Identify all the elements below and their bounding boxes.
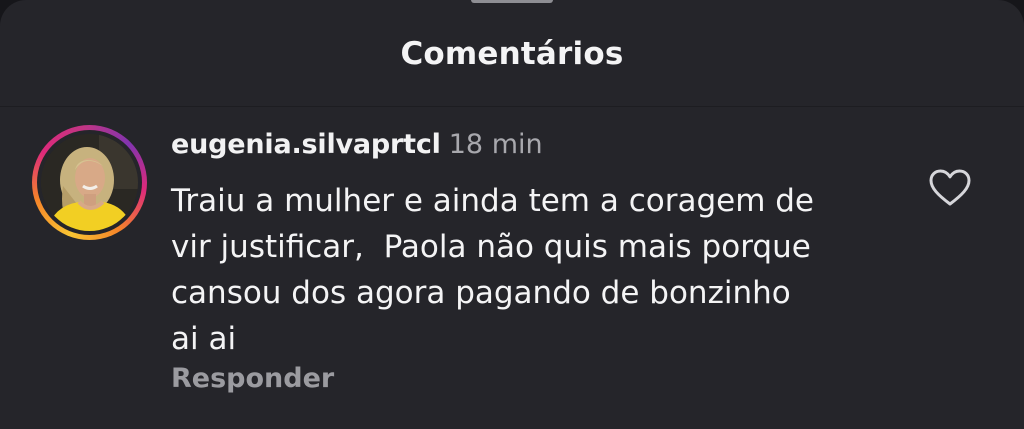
like-button[interactable] [928, 168, 972, 208]
heart-outline-icon [929, 169, 971, 206]
avatar-photo [41, 134, 138, 231]
reply-button[interactable]: Responder [171, 363, 334, 394]
avatar[interactable] [41, 134, 138, 231]
story-ring[interactable] [32, 125, 147, 240]
comment-item: eugenia.silvaprtcl 18 min Traiu a mulher … [0, 108, 1024, 429]
sheet-header: Comentários [0, 0, 1024, 107]
comment-timestamp: 18 min [448, 129, 543, 160]
comment-text: Traiu a mulher e ainda tem a coragem de … [171, 183, 815, 357]
username[interactable]: eugenia.silvaprtcl [171, 129, 441, 160]
comment-header: eugenia.silvaprtcl 18 min [171, 129, 543, 160]
sheet-title: Comentários [400, 36, 624, 72]
comments-sheet: Comentários eugenia.silvaprtcl 18 min Tr… [0, 0, 1024, 429]
